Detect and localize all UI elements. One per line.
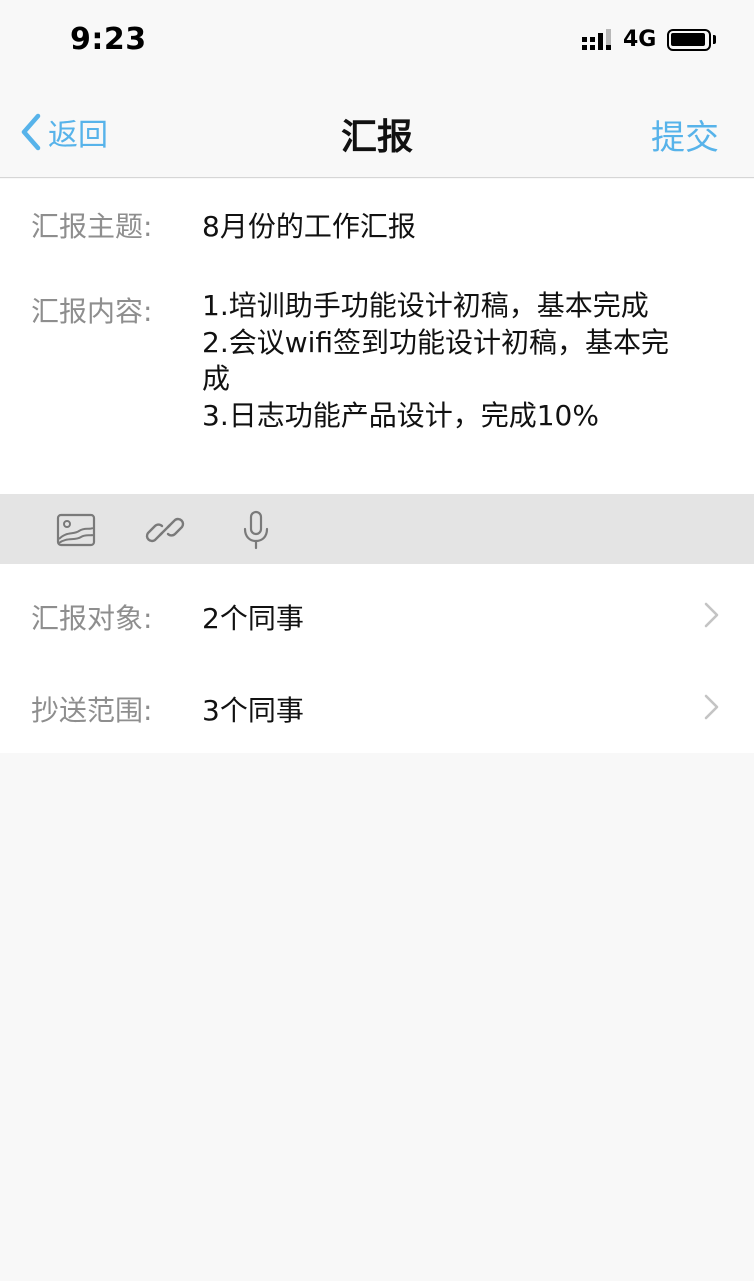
content-line: 1.培训助手功能设计初稿，基本完成 — [202, 289, 649, 322]
content-label: 汇报内容: — [31, 295, 153, 328]
status-bar: 9:23 4G — [0, 0, 754, 82]
cc-scope-row[interactable]: 抄送范围: 3个同事 — [0, 659, 754, 751]
network-type: 4G — [623, 27, 657, 52]
content-line: 3.日志功能产品设计，完成10% — [202, 398, 599, 432]
page-title: 汇报 — [340, 117, 413, 158]
content-line: 成 — [202, 362, 231, 395]
attachment-toolbar — [0, 494, 754, 564]
row-label: 汇报对象: — [31, 602, 153, 635]
row-label: 抄送范围: — [31, 694, 153, 727]
status-time: 9:23 — [70, 22, 147, 57]
battery-icon — [667, 29, 711, 51]
report-screen: 9:23 4G 返回 汇报 提交 汇报主题: 8月份的工作汇报 汇报内容: 1.… — [0, 0, 754, 1281]
chevron-right-icon — [704, 602, 719, 628]
link-icon[interactable] — [144, 509, 186, 551]
report-form: 汇报主题: 8月份的工作汇报 汇报内容: 1.培训助手功能设计初稿，基本完成 2… — [0, 179, 754, 494]
content-textarea[interactable]: 1.培训助手功能设计初稿，基本完成 2.会议wifi签到功能设计初稿，基本完 成… — [202, 288, 722, 434]
subject-input[interactable]: 8月份的工作汇报 — [202, 205, 416, 245]
recipient-list: 汇报对象: 2个同事 抄送范围: 3个同事 — [0, 564, 754, 753]
submit-button[interactable]: 提交 — [651, 110, 719, 159]
microphone-icon[interactable] — [235, 509, 277, 551]
row-value: 2个同事 — [202, 602, 304, 635]
content-line: 2.会议wifi签到功能设计初稿，基本完 — [202, 325, 670, 359]
image-icon[interactable] — [55, 509, 97, 551]
nav-bar: 返回 汇报 提交 — [0, 82, 754, 178]
battery-tip — [713, 35, 716, 44]
row-value: 3个同事 — [202, 694, 304, 727]
signal-icon — [582, 29, 611, 50]
subject-label: 汇报主题: — [31, 210, 153, 243]
report-to-row[interactable]: 汇报对象: 2个同事 — [0, 567, 754, 659]
chevron-right-icon — [704, 694, 719, 720]
